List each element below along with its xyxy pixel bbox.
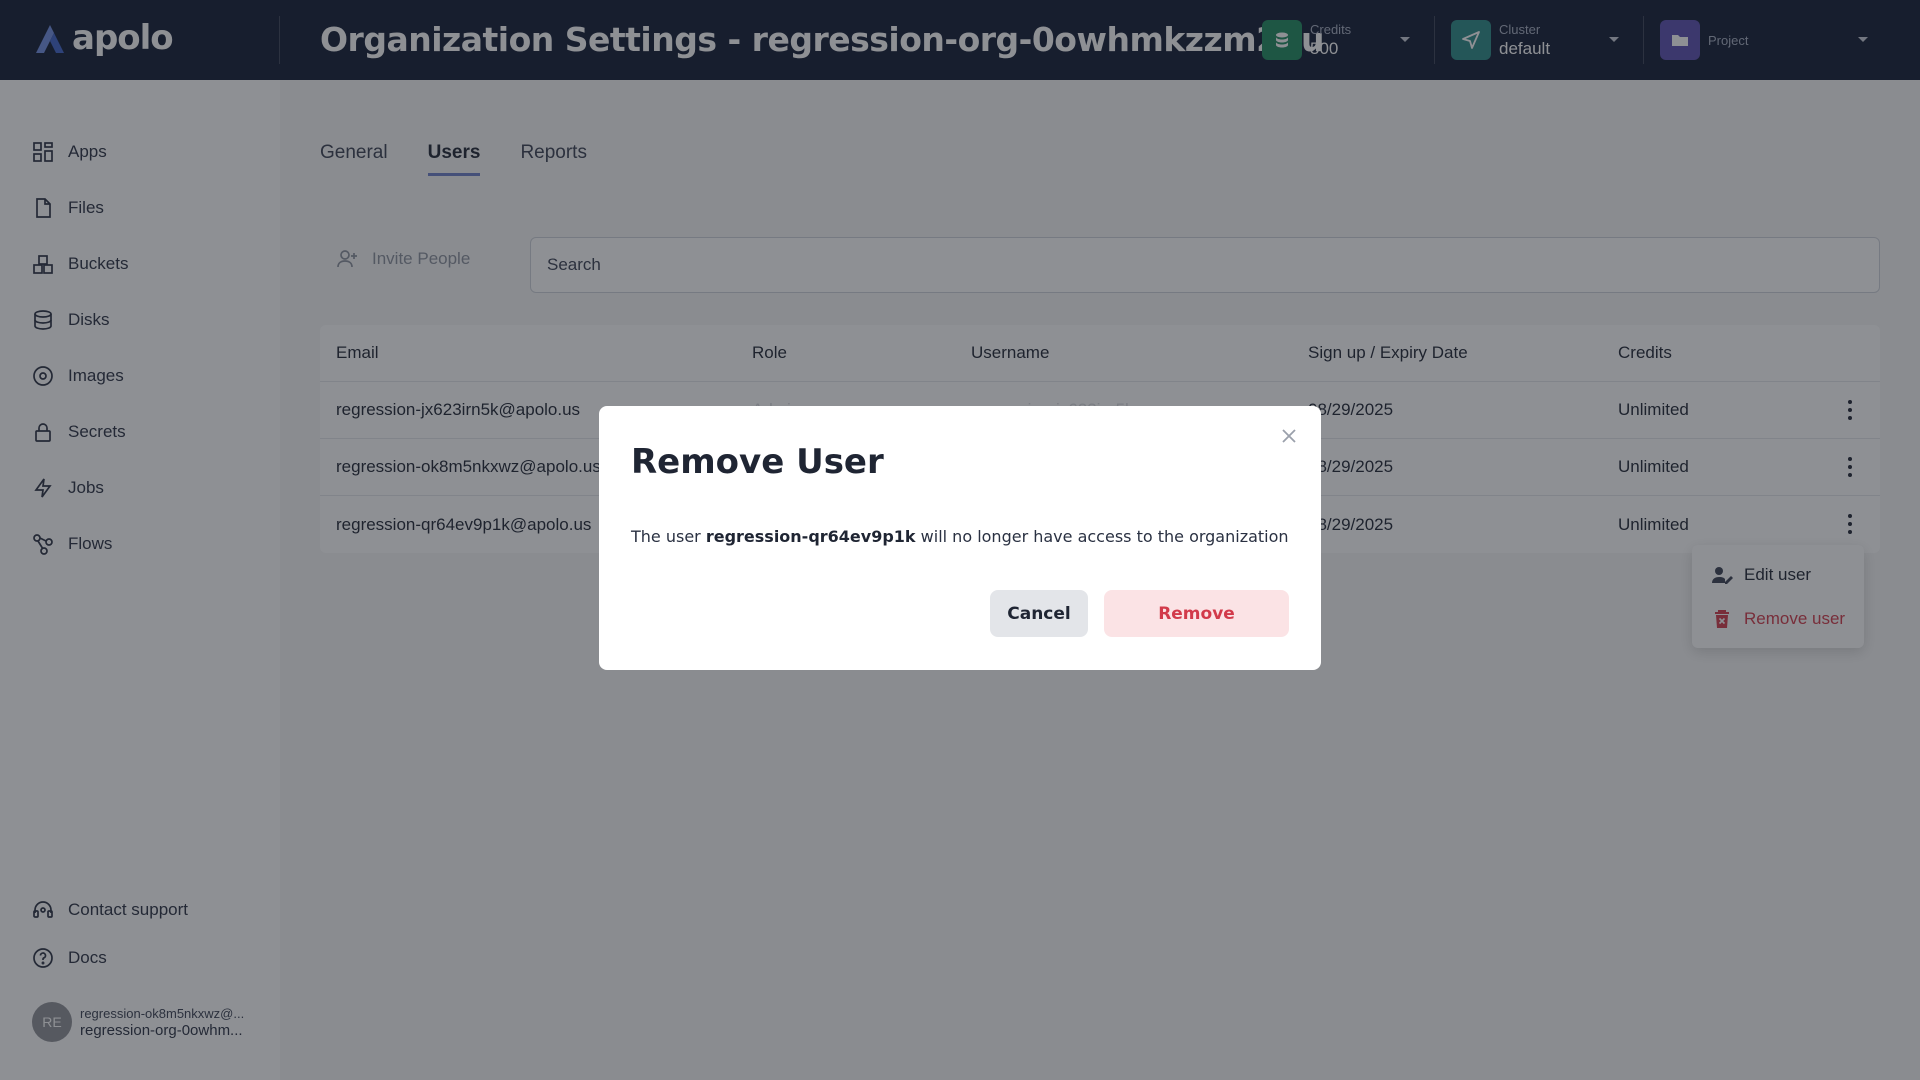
message-prefix: The user [631,527,706,546]
dialog-title: Remove User [631,442,884,482]
message-username: regression-qr64ev9p1k [705,527,916,546]
remove-button[interactable]: Remove [1104,590,1289,637]
cancel-button[interactable]: Cancel [990,590,1088,637]
dialog-message: The user regression-qr64ev9p1k will no l… [631,527,1289,546]
close-icon[interactable] [1281,428,1297,444]
message-suffix: will no longer have access to the organi… [915,527,1289,546]
remove-user-dialog: Remove User The user regression-qr64ev9p… [599,406,1321,670]
